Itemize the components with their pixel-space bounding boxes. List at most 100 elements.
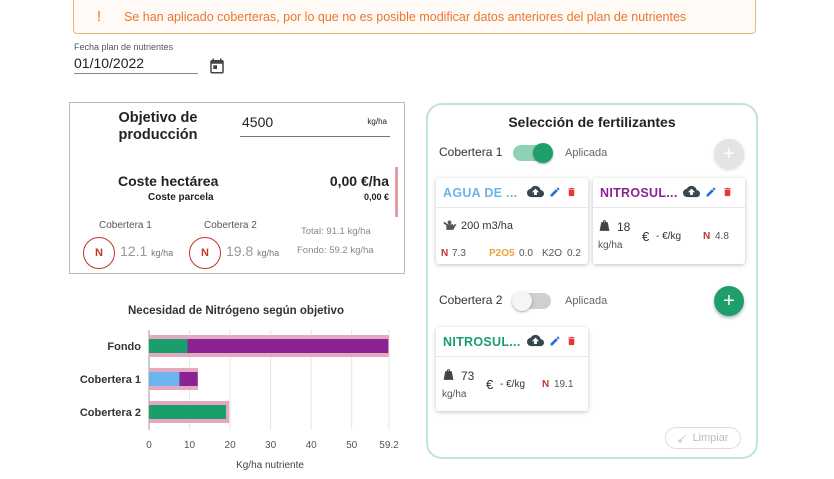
euro-icon: € xyxy=(642,229,650,244)
p2o5-label: P2O5 xyxy=(489,248,515,259)
n-label: N xyxy=(441,248,449,259)
card-header: NITROSUL... xyxy=(436,327,588,357)
card3-amount: 73 xyxy=(461,369,475,383)
fertilizer-name[interactable]: NITROSUL... xyxy=(443,335,521,349)
date-input[interactable]: 01/10/2022 xyxy=(74,55,198,74)
fertilizer-name[interactable]: AGUA DE ... xyxy=(443,186,517,200)
add-fertilizer-button[interactable]: + xyxy=(714,139,744,169)
toggle-knob xyxy=(512,291,532,311)
x-tick-label: 10 xyxy=(184,440,196,451)
n1-value-wrap: 12.1 kg/ha xyxy=(120,243,173,259)
cloud-upload-icon[interactable] xyxy=(683,185,700,198)
card1-k-value: 0.2 xyxy=(567,248,581,259)
calendar-icon[interactable] xyxy=(208,57,226,75)
aplicada-label: Aplicada xyxy=(565,147,608,159)
n1-value: 12.1 xyxy=(120,243,148,259)
card-actions xyxy=(527,334,577,347)
weight-icon xyxy=(599,220,610,231)
edit-icon[interactable] xyxy=(549,186,561,198)
fertilizer-card[interactable]: NITROSUL... 18 kg/ha € - €/kg N 4.8 xyxy=(593,178,745,264)
objective-value[interactable]: 4500 xyxy=(242,114,273,130)
card2-price: - €/kg xyxy=(656,231,682,242)
data-bar xyxy=(149,372,180,386)
clear-label: Limpiar xyxy=(692,432,729,444)
n2-unit: kg/ha xyxy=(257,248,280,258)
card3-unit: kg/ha xyxy=(442,389,467,400)
production-card: Objetivo de producción 4500 kg/ha Coste … xyxy=(69,102,405,274)
data-bar xyxy=(179,372,198,386)
cost-hectare-label: Coste hectárea xyxy=(118,173,219,189)
x-tick-label: 40 xyxy=(306,440,318,451)
x-tick-label: 30 xyxy=(265,440,277,451)
cobertera2-row-label: Cobertera 2 xyxy=(439,293,503,307)
category-label: Cobertera 2 xyxy=(80,407,141,419)
fertilizer-card[interactable]: NITROSUL... 73 kg/ha € - €/kg N 19.1 xyxy=(436,327,588,411)
cobertera1-row-label: Cobertera 1 xyxy=(439,145,503,159)
k2o-label: K2O xyxy=(542,248,563,259)
cost-indicator xyxy=(395,167,398,217)
card1-amount: 200 m3/ha xyxy=(461,220,513,232)
edit-icon[interactable] xyxy=(549,335,561,347)
nitrogen-badge: N xyxy=(83,237,115,269)
watering-can-icon xyxy=(443,220,457,230)
warning-icon: ! xyxy=(96,8,102,25)
n-label: N xyxy=(703,231,711,242)
card1-p-value: 0.0 xyxy=(519,248,533,259)
aplicada-label: Aplicada xyxy=(565,295,608,307)
cost-parcel-label: Coste parcela xyxy=(148,192,214,203)
nitrogen-chart: 0 10 20 30 40 50 59.2 Fondo Cobertera 1 Cobertera… xyxy=(80,330,399,471)
delete-icon[interactable] xyxy=(566,335,577,347)
toggle-knob xyxy=(533,143,553,163)
broom-icon xyxy=(678,433,687,443)
card-actions xyxy=(683,185,733,198)
euro-icon: € xyxy=(486,377,494,392)
data-bar xyxy=(187,339,389,353)
cobertera1-toggle[interactable] xyxy=(513,143,553,163)
fertilizer-name[interactable]: NITROSUL... xyxy=(600,186,678,200)
fertilizer-panel: Selección de fertilizantes Cobertera 1 A… xyxy=(426,103,758,459)
objective-unit: kg/ha xyxy=(367,117,387,126)
card3-price: - €/kg xyxy=(500,379,526,390)
alert-text: Se han aplicado coberteras, por lo que n… xyxy=(124,9,687,24)
alert-banner: ! Se han aplicado coberteras, por lo que… xyxy=(73,0,756,34)
cobertera2-toggle[interactable] xyxy=(512,291,551,311)
cost-hectare-value: 0,00 €/ha xyxy=(329,173,389,189)
x-tick-label: 50 xyxy=(346,440,358,451)
n2-value-wrap: 19.8 kg/ha xyxy=(226,243,279,259)
x-axis-label: Kg/ha nutriente xyxy=(236,460,304,471)
delete-icon[interactable] xyxy=(722,186,733,198)
card2-amount: 18 xyxy=(617,220,631,234)
cobertera2-label: Cobertera 2 xyxy=(204,220,257,231)
n2-value: 19.8 xyxy=(226,243,254,259)
objective-input[interactable]: 4500 kg/ha xyxy=(240,113,390,137)
delete-icon[interactable] xyxy=(566,186,577,198)
date-field[interactable]: Fecha plan de nutrientes 01/10/2022 xyxy=(74,42,198,74)
card-actions xyxy=(527,185,577,198)
category-label: Cobertera 1 xyxy=(80,374,141,386)
edit-icon[interactable] xyxy=(705,186,717,198)
cobertera1-label: Cobertera 1 xyxy=(99,220,152,231)
card-header: NITROSUL... xyxy=(593,178,745,208)
fertilizer-title: Selección de fertilizantes xyxy=(508,114,676,130)
objective-label: Objetivo de producción xyxy=(118,110,198,143)
clear-button[interactable]: Limpiar xyxy=(665,427,741,449)
n1-unit: kg/ha xyxy=(151,248,174,258)
date-label: Fecha plan de nutrientes xyxy=(74,42,174,52)
x-tick-label: 0 xyxy=(146,440,152,451)
card-header: AGUA DE ... xyxy=(436,178,588,208)
n-label: N xyxy=(542,379,550,390)
cloud-upload-icon[interactable] xyxy=(527,334,544,347)
add-fertilizer-button[interactable]: + xyxy=(714,286,744,316)
nitrogen-badge: N xyxy=(189,237,221,269)
card1-n-value: 7.3 xyxy=(452,248,466,259)
chart-title: Necesidad de Nitrógeno según objetivo xyxy=(128,305,344,317)
cloud-upload-icon[interactable] xyxy=(527,185,544,198)
x-tick-label: 20 xyxy=(225,440,237,451)
category-label: Fondo xyxy=(107,341,141,353)
x-tick-label: 59.2 xyxy=(379,440,399,451)
card2-n-value: 4.8 xyxy=(715,231,729,242)
data-bar xyxy=(149,339,188,353)
weight-icon xyxy=(443,369,454,380)
fondo-text: Fondo: 59.2 kg/ha xyxy=(297,245,374,256)
fertilizer-card[interactable]: AGUA DE ... 200 m3/ha N 7.3 P2O5 0.0 K2O… xyxy=(436,178,588,264)
